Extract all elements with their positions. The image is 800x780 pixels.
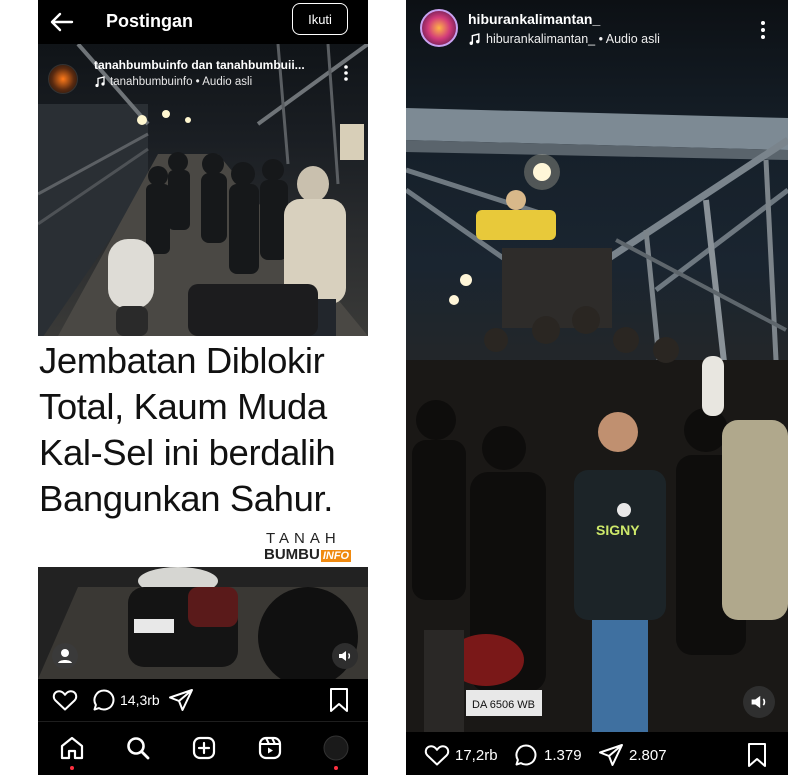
bookmark-icon[interactable] xyxy=(328,687,350,713)
right-action-bar: 17,2rb 1.379 2.807 xyxy=(406,732,788,775)
left-action-bar: 14,3rb xyxy=(38,679,368,721)
left-video-bottom[interactable] xyxy=(38,567,368,679)
brand-logo-badge: INFO xyxy=(320,550,352,562)
follow-button[interactable]: Ikuti xyxy=(292,3,348,35)
comment-count: 1.379 xyxy=(544,747,582,764)
like-heart-icon[interactable] xyxy=(52,688,78,712)
share-count: 2.807 xyxy=(629,747,667,764)
music-note-icon xyxy=(94,76,106,88)
left-author-avatar[interactable] xyxy=(48,64,78,94)
comment-icon[interactable] xyxy=(514,743,538,767)
motorcycle-scene xyxy=(38,567,368,679)
bridge-gathering-scene: SIGNY DA 6506 WB xyxy=(406,108,788,732)
left-audio-row[interactable]: tanahbumbuinfo • Audio asli xyxy=(94,76,252,88)
bottom-nav-bar xyxy=(38,721,368,775)
headline-line: Kal-Sel ini berdalih xyxy=(39,432,336,473)
volume-icon[interactable] xyxy=(743,686,775,718)
like-count: 17,2rb xyxy=(455,747,498,764)
comment-count: 14,3rb xyxy=(120,692,160,708)
home-icon[interactable] xyxy=(58,734,86,762)
search-icon[interactable] xyxy=(124,734,152,762)
volume-icon[interactable] xyxy=(332,643,358,669)
right-audio-label: hiburankalimantan_ • Audio asli xyxy=(486,32,660,46)
share-icon[interactable] xyxy=(598,743,624,767)
left-header: Postingan Ikuti xyxy=(38,0,368,44)
shirt-print: SIGNY xyxy=(596,522,640,538)
reels-icon[interactable] xyxy=(256,734,284,762)
left-post-screen: Postingan Ikuti tanahbumbuinfo dan tanah… xyxy=(38,0,368,775)
headline-line: Total, Kaum Muda xyxy=(39,386,327,427)
profile-notification-dot xyxy=(334,766,338,770)
headline-banner: Jembatan Diblokir Total, Kaum Muda Kal-S… xyxy=(38,336,368,567)
create-icon[interactable] xyxy=(190,734,218,762)
left-author-usernames[interactable]: tanahbumbuinfo dan tanahbumbuii... xyxy=(94,58,305,72)
more-options-icon[interactable] xyxy=(343,64,349,82)
headline-text: Jembatan Diblokir Total, Kaum Muda Kal-S… xyxy=(39,338,336,522)
license-plate: DA 6506 WB xyxy=(472,699,535,711)
bookmark-icon[interactable] xyxy=(746,742,768,768)
right-audio-row[interactable]: hiburankalimantan_ • Audio asli xyxy=(468,32,660,46)
tagged-user-icon[interactable] xyxy=(52,643,78,669)
right-post-screen: SIGNY DA 6506 WB hiburankalimantan_ hibu… xyxy=(406,0,788,775)
notification-dot xyxy=(70,766,74,770)
page-title: Postingan xyxy=(106,11,194,31)
left-video-top[interactable]: tanahbumbuinfo dan tanahbumbuii... tanah… xyxy=(38,44,368,336)
headline-line: Jembatan Diblokir xyxy=(39,340,325,381)
brand-logo-bottom: BUMBU INFO xyxy=(264,546,352,563)
right-video[interactable]: SIGNY DA 6506 WB hiburankalimantan_ hibu… xyxy=(406,0,788,732)
profile-icon[interactable] xyxy=(322,734,350,762)
right-author-avatar[interactable] xyxy=(420,9,458,47)
brand-logo-word: BUMBU xyxy=(264,546,320,563)
like-heart-icon[interactable] xyxy=(424,743,450,767)
share-icon[interactable] xyxy=(168,688,194,712)
left-audio-label: tanahbumbuinfo • Audio asli xyxy=(110,76,253,88)
right-author-username[interactable]: hiburankalimantan_ xyxy=(468,11,600,27)
music-note-icon xyxy=(468,32,481,46)
more-options-icon[interactable] xyxy=(760,20,766,40)
back-arrow-icon[interactable] xyxy=(48,8,76,36)
headline-line: Bangunkan Sahur. xyxy=(39,478,333,519)
comment-icon[interactable] xyxy=(92,688,116,712)
brand-logo-top: TANAH xyxy=(266,530,341,547)
